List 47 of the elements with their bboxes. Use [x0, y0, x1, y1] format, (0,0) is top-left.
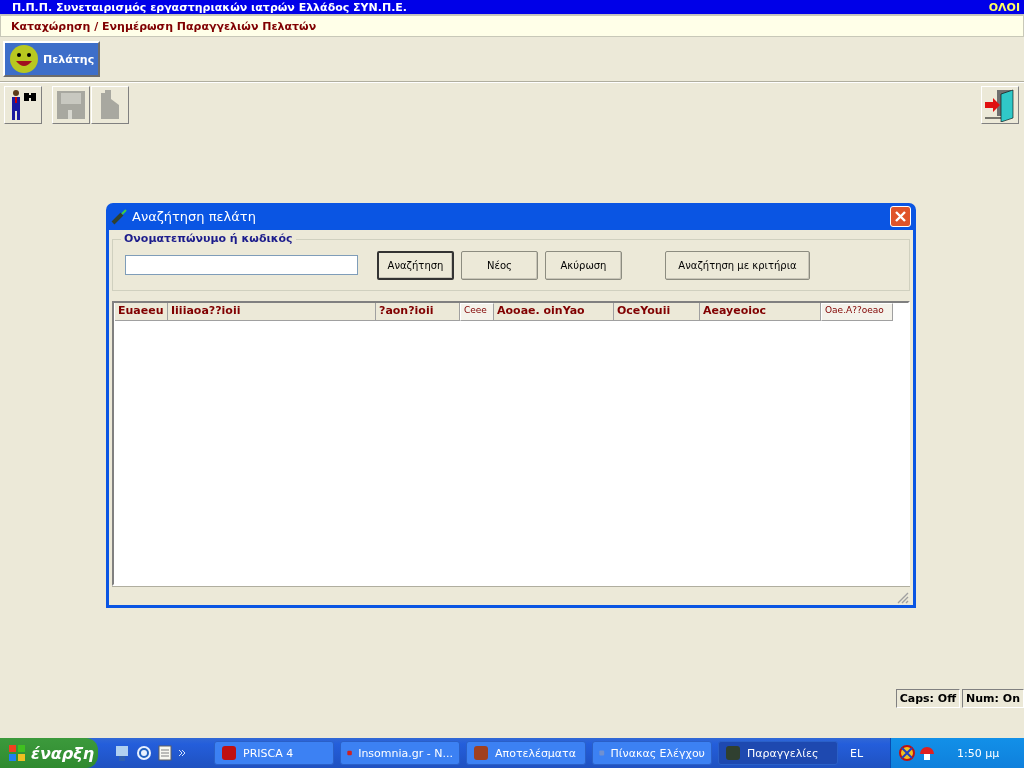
module-tab[interactable]: Πελάτης: [3, 41, 101, 77]
mushroom-icon[interactable]: [919, 745, 935, 761]
start-button[interactable]: έναρξη: [0, 738, 98, 768]
column-header[interactable]: Aeayeoioc: [700, 303, 821, 321]
syringe-icon: [111, 208, 127, 225]
column-header[interactable]: ?aon?ioii: [376, 303, 460, 321]
browser-icon[interactable]: [136, 745, 152, 761]
app-title: Π.Π.Π. Συνεταιρισμός εργαστηριακών ιατρών Ελλάδος ΣΥΝ.Π.Ε.: [12, 0, 408, 14]
clock: 1:50 μμ: [957, 746, 1000, 760]
status-panel: Num: On: [962, 689, 1024, 708]
app-icon: [725, 745, 741, 761]
column-header[interactable]: Ceee: [460, 303, 494, 321]
dialog-button[interactable]: Ακύρωση: [545, 250, 622, 280]
smiley-icon: [9, 44, 39, 74]
app-icon: [221, 745, 237, 761]
app-title-right: ΟΛΟΙ: [988, 0, 1020, 14]
column-header[interactable]: Oae.A??oeao: [821, 303, 893, 321]
windows-flag-icon: [8, 744, 26, 762]
group-label: Ονοματεπώνυμο ή κωδικός: [121, 232, 296, 245]
toolbar-button[interactable]: [4, 86, 42, 124]
taskbar-button[interactable]: PRISCA 4: [214, 741, 334, 765]
column-header[interactable]: OceYouii: [614, 303, 700, 321]
resize-grip-icon: [897, 592, 909, 604]
column-header[interactable]: Iiiiaoa??ioii: [168, 303, 376, 321]
exit-button[interactable]: [981, 86, 1019, 124]
app-icon: [473, 745, 489, 761]
taskbar-button[interactable]: Αποτελέσματα: [466, 741, 586, 765]
notepad-icon[interactable]: [158, 745, 172, 761]
dialog-title: Αναζήτηση πελάτη: [132, 209, 257, 224]
dialog-button[interactable]: Αναζήτηση με κριτήρια: [665, 250, 810, 280]
status-panel: Caps: Off: [895, 689, 961, 708]
dialog-button[interactable]: Αναζήτηση: [377, 250, 454, 280]
language-indicator[interactable]: EL: [850, 746, 890, 760]
dialog-button[interactable]: Νέος: [461, 250, 538, 280]
taskbar-button[interactable]: Παραγγελίες: [718, 741, 838, 765]
column-header[interactable]: Euaeeu: [115, 303, 168, 321]
taskbar-button[interactable]: Πίνακας Ελέγχου: [592, 741, 712, 765]
taskbar-button[interactable]: Insomnia.gr - N...: [340, 741, 460, 765]
subtitle-bar: Καταχώρηση / Ενημέρωση Παραγγελιών Πελατών: [0, 15, 1024, 37]
close-icon: [894, 210, 907, 223]
close-button[interactable]: [890, 206, 911, 227]
search-input[interactable]: [125, 255, 358, 275]
chevron-icon[interactable]: [178, 749, 186, 757]
door-exit-icon: [983, 88, 1017, 122]
desktop-icon[interactable]: [114, 744, 130, 762]
column-header[interactable]: Aooae. oinYao: [494, 303, 614, 321]
colored-octagon-icon[interactable]: [899, 745, 915, 761]
